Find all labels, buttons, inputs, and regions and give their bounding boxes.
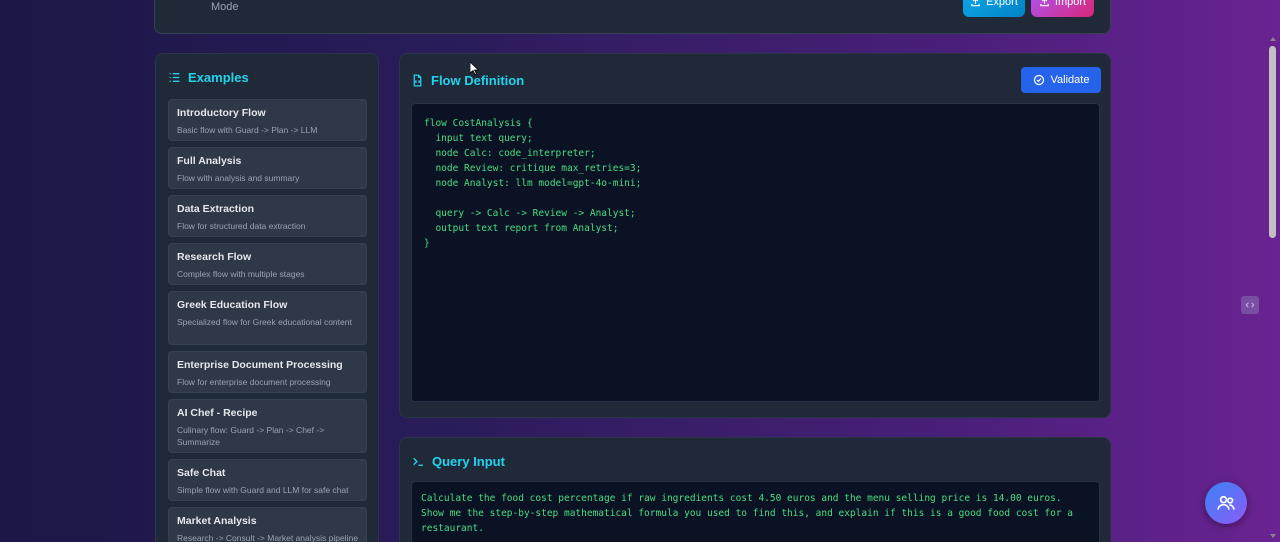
examples-title-text: Examples [188, 70, 249, 85]
example-title: Enterprise Document Processing [177, 359, 343, 371]
terminal-icon [413, 457, 423, 466]
query-textarea[interactable]: Calculate the food cost percentage if ra… [411, 481, 1100, 542]
top-bar: Mode Export Import [154, 0, 1111, 34]
scroll-down-arrow[interactable] [1270, 534, 1276, 538]
example-title: Full Analysis [177, 155, 242, 167]
check-circle-icon [1033, 74, 1044, 86]
example-item-greek-education[interactable]: Greek Education Flow Specialized flow fo… [168, 291, 367, 345]
example-desc: Flow with analysis and summary [177, 173, 300, 183]
validate-label: Validate [1050, 74, 1090, 86]
list-icon [169, 73, 180, 82]
example-desc: Flow for enterprise document processing [177, 377, 331, 387]
example-desc: Basic flow with Guard -> Plan -> LLM [177, 125, 318, 135]
users-icon [1217, 495, 1235, 510]
example-item-research[interactable]: Research Flow Complex flow with multiple… [168, 243, 367, 285]
examples-sidebar: Examples Introductory Flow Basic flow wi… [155, 53, 379, 542]
example-desc: Culinary flow: Guard -> Plan -> Chef -> … [177, 425, 325, 447]
export-button[interactable]: Export [963, 0, 1025, 17]
example-desc: Research -> Consult -> Market analysis p… [177, 533, 358, 542]
export-label: Export [986, 0, 1018, 8]
import-label: Import [1054, 0, 1087, 8]
example-desc: Simple flow with Guard and LLM for safe … [177, 485, 349, 495]
example-desc: Complex flow with multiple stages [177, 269, 305, 279]
example-title: Market Analysis [177, 515, 257, 527]
example-desc: Flow for structured data extraction [177, 221, 306, 231]
flow-definition-title: Flow Definition [411, 73, 524, 88]
example-title: Data Extraction [177, 203, 255, 215]
example-item-enterprise[interactable]: Enterprise Document Processing Flow for … [168, 351, 367, 393]
query-input-panel: Query Input Calculate the food cost perc… [399, 437, 1111, 542]
flow-definition-title-text: Flow Definition [431, 73, 525, 88]
example-title: Introductory Flow [177, 107, 266, 119]
users-fab-button[interactable] [1205, 482, 1247, 524]
file-code-icon [413, 74, 422, 87]
mode-label: Mode [211, 1, 239, 13]
scroll-up-arrow[interactable] [1270, 37, 1276, 41]
upload-icon [971, 0, 980, 6]
examples-title: Examples [168, 70, 249, 85]
import-button[interactable]: Import [1031, 0, 1094, 17]
example-item-data-extraction[interactable]: Data Extraction Flow for structured data… [168, 195, 367, 237]
example-title: Research Flow [177, 251, 252, 263]
example-desc: Specialized flow for Greek educational c… [177, 317, 352, 327]
validate-button[interactable]: Validate [1021, 67, 1101, 93]
example-title: Safe Chat [177, 467, 226, 479]
scrollbar-thumb[interactable] [1269, 46, 1276, 238]
mouse-cursor-icon [470, 62, 479, 75]
upload-icon [1040, 0, 1049, 6]
example-item-safe-chat[interactable]: Safe Chat Simple flow with Guard and LLM… [168, 459, 367, 501]
example-title: AI Chef - Recipe [177, 407, 258, 419]
example-item-ai-chef[interactable]: AI Chef - Recipe Culinary flow: Guard ->… [168, 399, 367, 453]
query-input-title: Query Input [411, 454, 505, 469]
query-input-title-text: Query Input [432, 454, 505, 469]
side-widget-icon[interactable] [1241, 296, 1259, 314]
example-title: Greek Education Flow [177, 299, 288, 311]
code-icon [1245, 302, 1255, 308]
example-item-introductory[interactable]: Introductory Flow Basic flow with Guard … [168, 99, 367, 141]
flow-definition-panel: Flow Definition Validate flow CostAnalys… [399, 53, 1111, 418]
example-item-market-analysis[interactable]: Market Analysis Research -> Consult -> M… [168, 507, 367, 542]
example-item-full-analysis[interactable]: Full Analysis Flow with analysis and sum… [168, 147, 367, 189]
flow-code-editor[interactable]: flow CostAnalysis { input text query; no… [411, 103, 1100, 402]
